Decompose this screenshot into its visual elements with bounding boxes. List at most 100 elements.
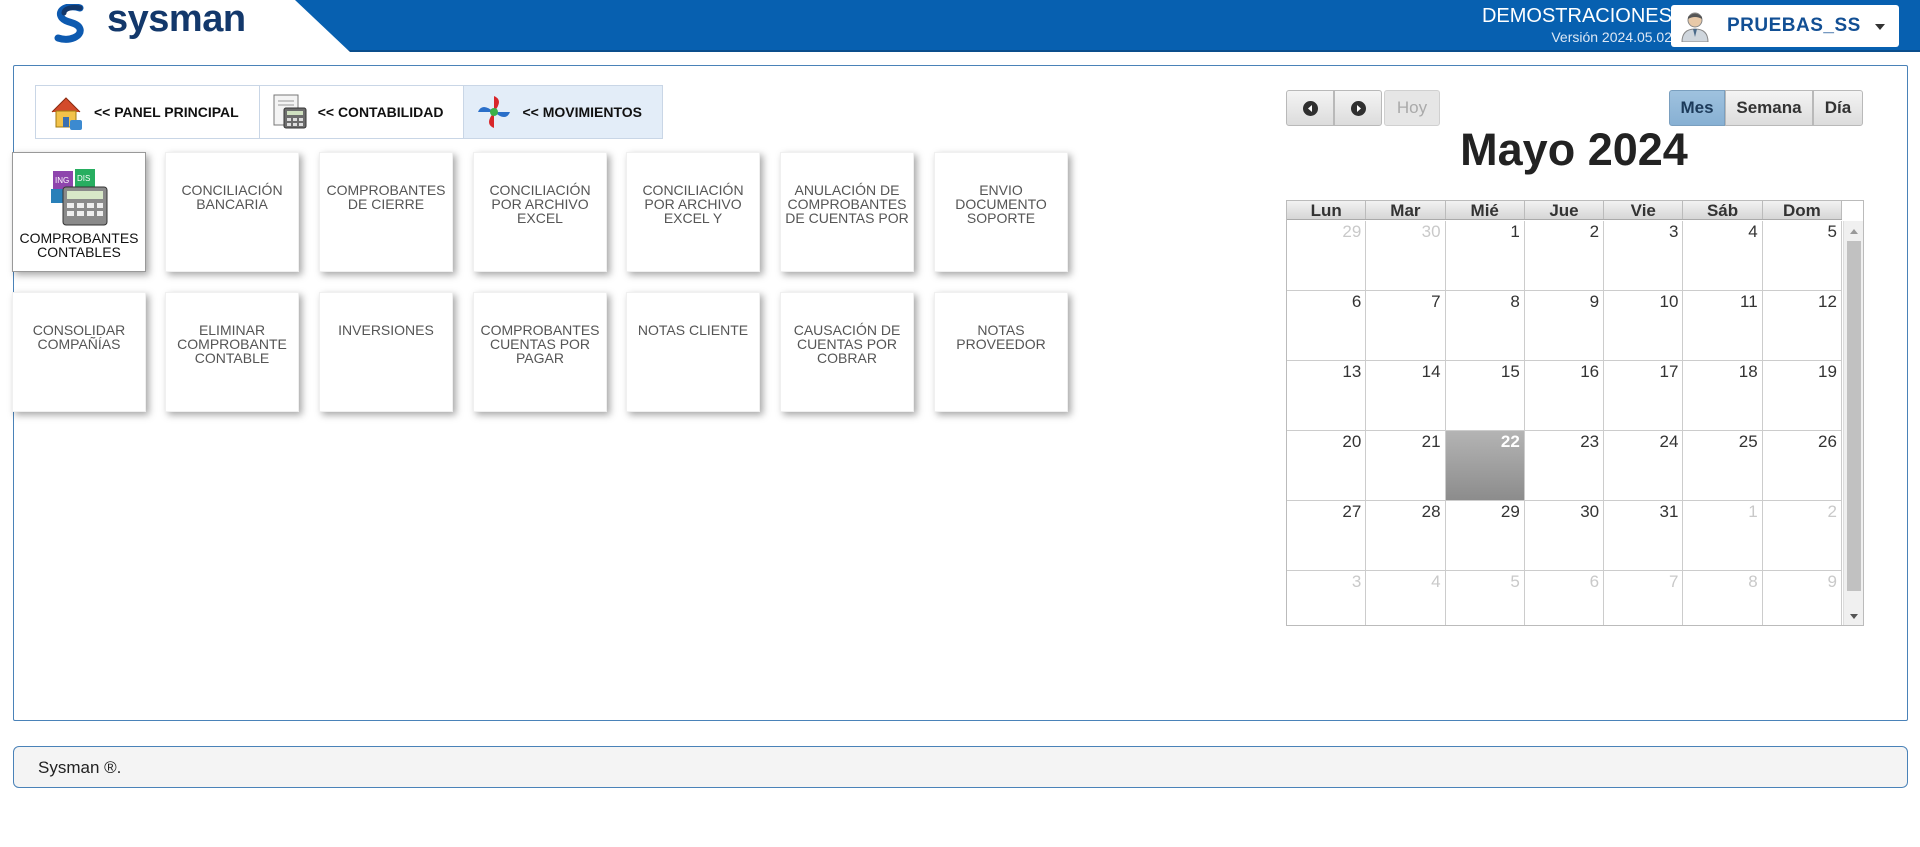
calendar-day[interactable]: 8: [1683, 571, 1763, 625]
calendar-next-button[interactable]: [1334, 90, 1382, 126]
calendar-day[interactable]: 10: [1604, 291, 1684, 360]
calendar-day[interactable]: 12: [1763, 291, 1842, 360]
calendar-day[interactable]: 8: [1446, 291, 1525, 360]
tile-conciliacion-archivo-excel-y[interactable]: CONCILIACIÓN POR ARCHIVO EXCEL Y: [626, 152, 760, 272]
calendar-week: 3 4 5 6 7 8 9: [1287, 571, 1842, 625]
breadcrumb-movimientos[interactable]: << MOVIMIENTOS: [464, 86, 662, 138]
calendar-day-today[interactable]: 22: [1445, 431, 1525, 500]
calendar-day[interactable]: 13: [1287, 361, 1367, 430]
weekday-label: Mié: [1446, 201, 1525, 220]
calendar-day[interactable]: 31: [1604, 501, 1684, 570]
calendar-day[interactable]: 14: [1366, 361, 1446, 430]
calendar-day[interactable]: 17: [1604, 361, 1684, 430]
tile-label: CONSOLIDAR COMPAÑÍAS: [32, 322, 126, 352]
calendar-day[interactable]: 29: [1446, 501, 1525, 570]
calendar-day[interactable]: 11: [1683, 291, 1763, 360]
calendar-day-view-button[interactable]: Día: [1813, 90, 1863, 126]
calendar-day[interactable]: 5: [1446, 571, 1525, 625]
scrollbar-thumb[interactable]: [1847, 241, 1861, 591]
tile-consolidar-companias[interactable]: CONSOLIDAR COMPAÑÍAS: [12, 292, 146, 412]
breadcrumb-contabilidad[interactable]: << CONTABILIDAD: [259, 86, 465, 138]
tile-comprobantes-cuentas-por-pagar[interactable]: COMPROBANTES CUENTAS POR PAGAR: [473, 292, 607, 412]
calendar-prev-button[interactable]: [1286, 90, 1334, 126]
calendar-day[interactable]: 7: [1604, 571, 1684, 625]
calendar-week: 20 21 22 23 24 25 26: [1287, 431, 1842, 501]
next-arrow-icon: [1351, 101, 1366, 116]
tile-conciliacion-archivo-excel[interactable]: CONCILIACIÓN POR ARCHIVO EXCEL: [473, 152, 607, 272]
calendar-day[interactable]: 1: [1446, 221, 1525, 290]
user-name: PRUEBAS_SS: [1727, 15, 1861, 36]
calendar-day[interactable]: 2: [1525, 221, 1605, 290]
scroll-up-icon[interactable]: [1850, 229, 1858, 234]
tile-notas-proveedor[interactable]: NOTAS PROVEEDOR: [934, 292, 1068, 412]
tile-anulacion-comprobantes[interactable]: ANULACIÓN DE COMPROBANTES DE CUENTAS POR: [780, 152, 914, 272]
calendar-day[interactable]: 9: [1525, 291, 1605, 360]
weekday-label: Jue: [1525, 201, 1605, 220]
footer: Sysman ®.: [13, 746, 1908, 788]
calendar-day[interactable]: 9: [1763, 571, 1842, 625]
calendar-week: 13 14 15 16 17 18 19: [1287, 361, 1842, 431]
tile-notas-cliente[interactable]: NOTAS CLIENTE: [626, 292, 760, 412]
calendar-scrollbar[interactable]: [1843, 221, 1863, 625]
calendar-week-view-button[interactable]: Semana: [1725, 90, 1813, 126]
tile-label: NOTAS CLIENTE: [637, 322, 749, 338]
tile-label: ANULACIÓN DE COMPROBANTES DE CUENTAS POR: [785, 182, 909, 226]
tile-inversiones[interactable]: INVERSIONES: [319, 292, 453, 412]
footer-text: Sysman ®.: [38, 758, 122, 777]
calendar-day[interactable]: 1: [1683, 501, 1763, 570]
calendar-day[interactable]: 21: [1366, 431, 1446, 500]
tile-comprobantes-contables[interactable]: ING DIS COMPROBANTES CONTABLES: [12, 152, 146, 272]
tile-envio-documento-soporte[interactable]: ENVIO DOCUMENTO SOPORTE: [934, 152, 1068, 272]
tile-label: ELIMINAR COMPROBANTE CONTABLE: [177, 322, 287, 366]
prev-arrow-icon: [1303, 101, 1318, 116]
weekday-label: Lun: [1287, 201, 1367, 220]
calendar-day[interactable]: 25: [1683, 431, 1763, 500]
calendar-day[interactable]: 3: [1287, 571, 1367, 625]
calendar-day[interactable]: 3: [1604, 221, 1684, 290]
version-label: Versión 2024.05.02: [1551, 29, 1672, 45]
top-header: sysman DEMOSTRACIONES Versión 2024.05.02…: [0, 0, 1920, 52]
accounting-calculator-icon: ING DIS: [51, 169, 108, 226]
calendar-month-view-button[interactable]: Mes: [1669, 90, 1725, 126]
tile-causacion-cuentas-por-cobrar[interactable]: CAUSACIÓN DE CUENTAS POR COBRAR: [780, 292, 914, 412]
calendar-day[interactable]: 6: [1525, 571, 1605, 625]
calendar-day[interactable]: 19: [1763, 361, 1842, 430]
calendar-day[interactable]: 23: [1525, 431, 1605, 500]
calendar-day[interactable]: 18: [1683, 361, 1763, 430]
tile-label: COMPROBANTES DE CIERRE: [326, 182, 446, 212]
calendar-day[interactable]: 24: [1604, 431, 1684, 500]
weekday-label: Vie: [1604, 201, 1684, 220]
tile-eliminar-comprobante[interactable]: ELIMINAR COMPROBANTE CONTABLE: [165, 292, 299, 412]
tile-label: COMPROBANTES CUENTAS POR PAGAR: [480, 322, 600, 366]
calendar-day[interactable]: 28: [1366, 501, 1446, 570]
calendar-day[interactable]: 7: [1366, 291, 1446, 360]
calendar-day[interactable]: 30: [1525, 501, 1605, 570]
calendar-day[interactable]: 26: [1763, 431, 1842, 500]
user-avatar-icon: [1681, 12, 1709, 42]
tile-comprobantes-de-cierre[interactable]: COMPROBANTES DE CIERRE: [319, 152, 453, 272]
calendar-day[interactable]: 16: [1525, 361, 1605, 430]
calendar-week: 6 7 8 9 10 11 12: [1287, 291, 1842, 361]
house-icon: [51, 97, 82, 130]
tile-label: NOTAS PROVEEDOR: [956, 322, 1046, 352]
tile-label: CONCILIACIÓN POR ARCHIVO EXCEL: [489, 182, 591, 226]
calendar-day[interactable]: 29: [1287, 221, 1367, 290]
calendar-day[interactable]: 4: [1366, 571, 1446, 625]
tile-label: CONCILIACIÓN POR ARCHIVO EXCEL Y: [642, 182, 744, 226]
calendar-day[interactable]: 20: [1287, 431, 1367, 500]
calendar-today-button[interactable]: Hoy: [1384, 90, 1440, 126]
calendar-week: 27 28 29 30 31 1 2: [1287, 501, 1842, 571]
calendar-day[interactable]: 6: [1287, 291, 1367, 360]
calendar-grid: Lun Mar Mié Jue Vie Sáb Dom 29 30 1 2 3 …: [1286, 200, 1864, 626]
user-menu-button[interactable]: PRUEBAS_SS: [1671, 5, 1899, 47]
tile-conciliacion-bancaria[interactable]: CONCILIACIÓN BANCARIA: [165, 152, 299, 272]
calendar-day[interactable]: 15: [1446, 361, 1525, 430]
calendar-day[interactable]: 5: [1763, 221, 1842, 290]
calendar-day[interactable]: 2: [1763, 501, 1842, 570]
calendar-day[interactable]: 4: [1683, 221, 1763, 290]
weekday-label: Dom: [1763, 201, 1842, 220]
calendar-day[interactable]: 27: [1287, 501, 1367, 570]
breadcrumb-panel-principal[interactable]: << PANEL PRINCIPAL: [36, 86, 260, 138]
calendar-day[interactable]: 30: [1366, 221, 1446, 290]
scroll-down-icon[interactable]: [1850, 614, 1858, 619]
